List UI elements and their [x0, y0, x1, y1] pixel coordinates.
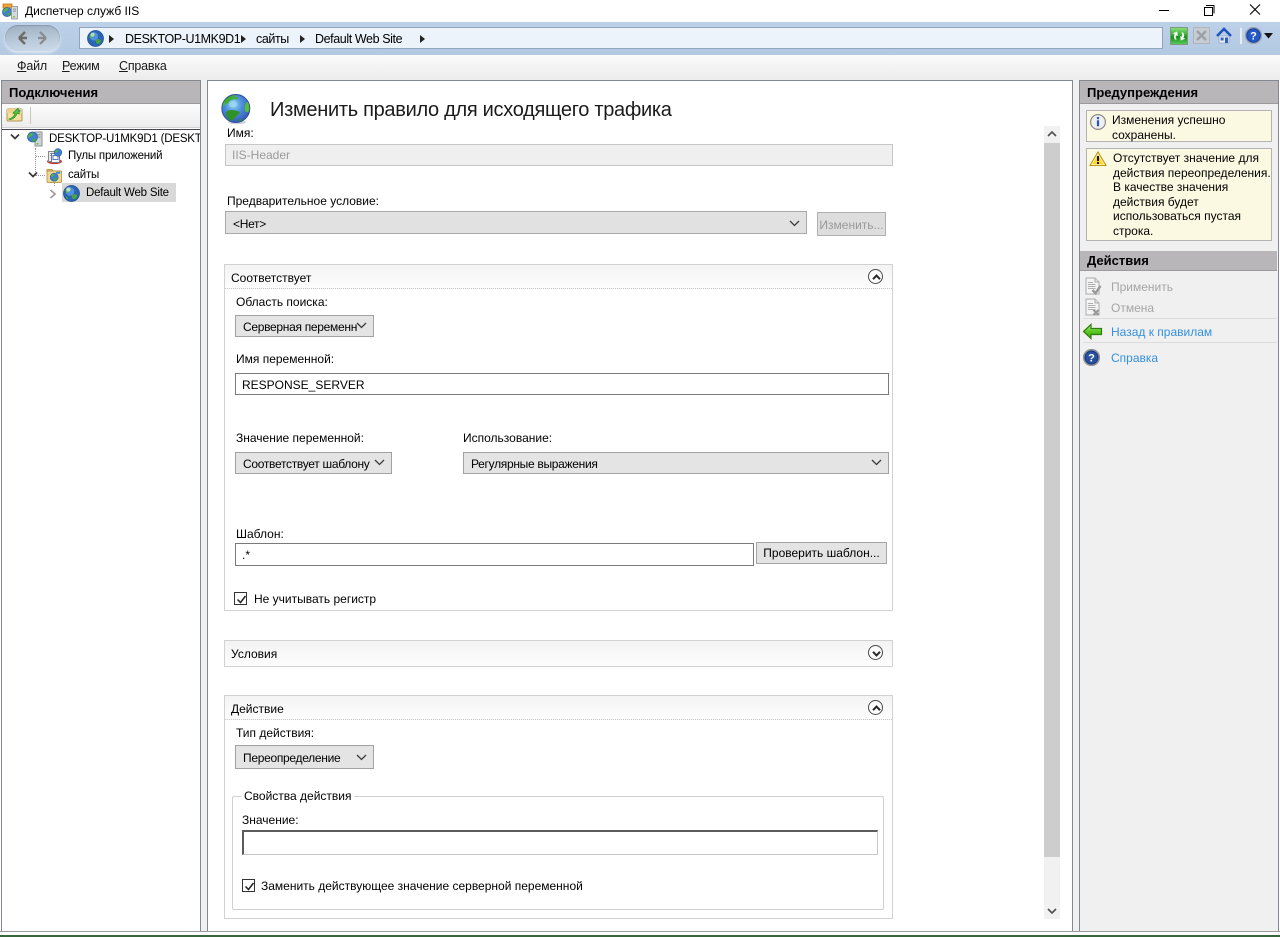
svg-text:?: ? — [1250, 30, 1257, 42]
svg-text:?: ? — [1088, 352, 1095, 364]
